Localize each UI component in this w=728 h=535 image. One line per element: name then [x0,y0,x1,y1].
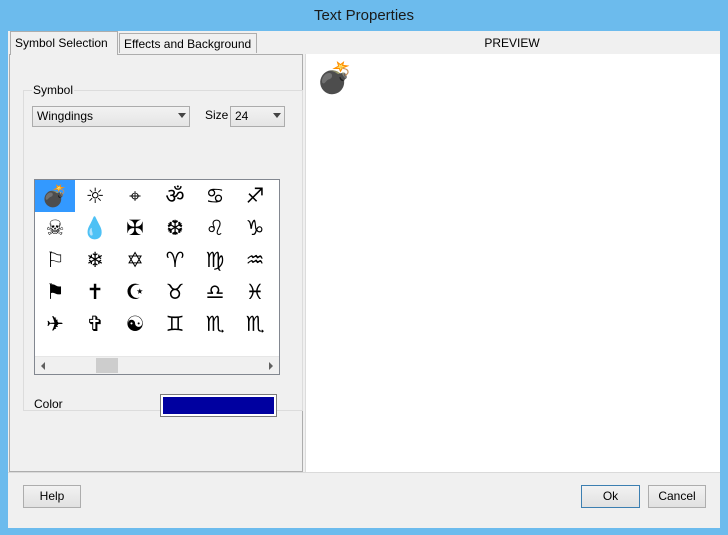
symbol-cell[interactable]: ♋ [195,180,235,212]
preview-area: 💣 [305,54,720,472]
symbol-cell[interactable]: ♉ [155,276,195,308]
symbol-cell[interactable]: ♊ [155,308,195,340]
dialog-client-area: Symbol Selection Effects and Background … [8,31,720,528]
symbol-cell[interactable]: ⌖ [115,180,155,212]
symbol-cell[interactable]: ☯ [115,308,155,340]
tab-symbol-selection[interactable]: Symbol Selection [10,31,118,55]
symbol-groupbox: Symbol Wingdings Size 24 💣 ☼ ⌖ ॐ ♋ ♐ ☠ 💧 ✠ ❆ ♌ ♑ ⚐ ❄ ✡… [23,83,303,417]
symbol-cell[interactable]: ♎ [195,276,235,308]
bomb-icon: 💣 [316,61,354,96]
symbol-cell[interactable]: ✡ [115,244,155,276]
window-title: Text Properties [313,7,415,24]
horizontal-scrollbar[interactable] [35,356,279,374]
symbol-cell[interactable]: ♑ [235,212,275,244]
symbol-cell[interactable]: ♈ [155,244,195,276]
symbol-cell[interactable]: ♌ [195,212,235,244]
color-picker[interactable] [160,394,277,417]
size-label: Size [205,108,229,122]
symbol-cell[interactable]: ❄ [75,244,115,276]
symbol-cell[interactable]: ✠ [115,212,155,244]
dialog-window: Text Properties Symbol Selection Effects… [0,0,728,535]
button-bar: Help Ok Cancel [8,472,720,528]
symbol-cell[interactable]: ⚐ [35,244,75,276]
symbol-cell[interactable]: ♏ [195,308,235,340]
font-select[interactable]: Wingdings [32,106,190,127]
symbol-cell[interactable]: ❆ [155,212,195,244]
symbol-cell[interactable]: ♏ [235,308,275,340]
symbol-cell[interactable]: ॐ [155,180,195,212]
symbol-grid[interactable]: 💣 ☼ ⌖ ॐ ♋ ♐ ☠ 💧 ✠ ❆ ♌ ♑ ⚐ ❄ ✡ ♈ ♍ ♒ ⚑ ✝ ☪ ♉ ♎ ♓ ✈ ✞ ☯ ♊ ♏ ♏ [34,179,280,375]
ok-button[interactable]: Ok [581,485,640,508]
scroll-left-icon[interactable] [41,362,45,370]
symbol-cell[interactable]: ⚑ [35,276,75,308]
font-select-value: Wingdings [37,109,94,123]
symbol-cell[interactable]: ♍ [195,244,235,276]
preview-header: PREVIEW [305,32,719,55]
tab-effects-and-background[interactable]: Effects and Background [119,33,257,53]
symbol-cell[interactable]: ♐ [235,180,275,212]
symbol-cell[interactable]: ✈ [35,308,75,340]
symbol-cell[interactable]: ✝ [75,276,115,308]
symbol-cell[interactable]: ☠ [35,212,75,244]
symbol-group-label: Symbol [32,83,75,97]
symbol-cell[interactable]: ☪ [115,276,155,308]
symbol-cell[interactable]: ✞ [75,308,115,340]
chevron-down-icon [178,113,186,118]
symbol-cell[interactable]: ☼ [75,180,115,212]
help-button[interactable]: Help [23,485,81,508]
chevron-down-icon [273,113,281,118]
symbol-cell[interactable]: ♓ [235,276,275,308]
tab-bar: Symbol Selection Effects and Background [8,31,305,55]
color-swatch [163,397,274,414]
size-select-value: 24 [235,109,249,123]
symbol-cell[interactable]: ♒ [235,244,275,276]
scrollbar-thumb[interactable] [96,358,118,373]
scroll-right-icon[interactable] [269,362,273,370]
symbol-selection-panel: Symbol Wingdings Size 24 💣 ☼ ⌖ ॐ ♋ ♐ ☠ 💧 ✠ ❆ ♌ ♑ ⚐ ❄ ✡… [9,54,303,472]
cancel-button[interactable]: Cancel [648,485,706,508]
color-label: Color [34,397,63,411]
symbol-cell[interactable]: 💣 [35,180,75,212]
size-select[interactable]: 24 [230,106,285,127]
symbol-cell[interactable]: 💧 [75,212,115,244]
